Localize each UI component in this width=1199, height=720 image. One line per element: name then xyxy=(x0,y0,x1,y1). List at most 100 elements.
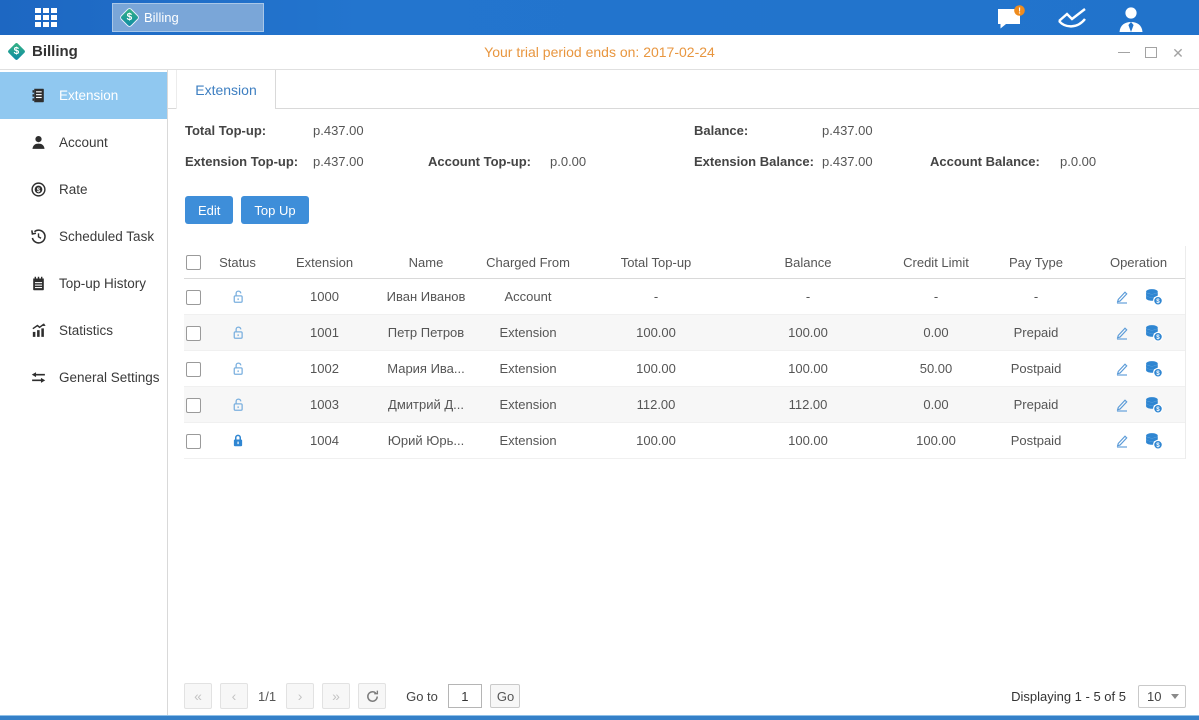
cell-extension: 1001 xyxy=(265,325,384,340)
topup-row-icon[interactable]: $ xyxy=(1144,287,1164,307)
pagination-bar: « ‹ 1/1 › » Go to Go Displaying 1 - 5 of… xyxy=(184,682,1186,710)
taskbar-tab-billing[interactable]: $ Billing xyxy=(112,3,264,32)
balance-value: p.437.00 xyxy=(822,123,873,138)
app-grid-icon[interactable] xyxy=(35,8,69,28)
sidebar-item-label: Account xyxy=(59,135,108,150)
row-checkbox[interactable] xyxy=(186,398,201,413)
cell-balance: 100.00 xyxy=(724,433,892,448)
row-checkbox[interactable] xyxy=(186,326,201,341)
page-indicator: 1/1 xyxy=(258,689,276,704)
summary-row-2: Extension Top-up: p.437.00 Account Top-u… xyxy=(168,152,1199,172)
cell-total-topup: 100.00 xyxy=(588,361,724,376)
extension-topup-value: p.437.00 xyxy=(313,154,364,169)
table-row: 1000 Иван Иванов Account - - - - $ xyxy=(184,279,1185,315)
cell-charged-from: Extension xyxy=(468,433,588,448)
row-checkbox[interactable] xyxy=(186,362,201,377)
row-checkbox[interactable] xyxy=(186,290,201,305)
cell-charged-from: Extension xyxy=(468,361,588,376)
cell-extension: 1002 xyxy=(265,361,384,376)
maximize-icon[interactable] xyxy=(1144,46,1158,60)
table-row: 1003 Дмитрий Д... Extension 112.00 112.0… xyxy=(184,387,1185,423)
sidebar-item-rate[interactable]: $ Rate xyxy=(0,166,167,213)
sidebar-item-account[interactable]: Account xyxy=(0,119,167,166)
close-icon[interactable]: ✕ xyxy=(1171,46,1185,60)
user-account-icon[interactable] xyxy=(1115,5,1149,31)
sidebar-item-topup-history[interactable]: Top-up History xyxy=(0,260,167,307)
svg-text:$: $ xyxy=(1156,442,1160,449)
refresh-button[interactable] xyxy=(358,683,386,709)
sidebar-item-label: Statistics xyxy=(59,323,113,338)
cell-pay-type: Postpaid xyxy=(980,433,1092,448)
select-all-checkbox[interactable] xyxy=(186,255,201,270)
desktop-topbar: $ Billing ! xyxy=(0,0,1199,35)
cell-name: Юрий Юрь... xyxy=(384,433,468,448)
cell-name: Мария Ива... xyxy=(384,361,468,376)
tab-extension[interactable]: Extension xyxy=(176,70,276,109)
extension-table: Status Extension Name Charged From Total… xyxy=(184,246,1186,459)
page-size-select[interactable]: 10 xyxy=(1138,685,1186,708)
next-page-button[interactable]: › xyxy=(286,683,314,709)
extension-balance-value: p.437.00 xyxy=(822,154,873,169)
coin-icon: $ xyxy=(30,181,47,198)
prev-page-button[interactable]: ‹ xyxy=(220,683,248,709)
svg-text:$: $ xyxy=(1156,298,1160,305)
header-status: Status xyxy=(210,255,265,270)
topup-button[interactable]: Top Up xyxy=(241,196,308,224)
cell-credit-limit: 0.00 xyxy=(892,397,980,412)
sidebar-item-label: Top-up History xyxy=(59,276,146,291)
sliders-icon xyxy=(30,369,47,386)
tab-strip: Extension xyxy=(168,70,1199,109)
billing-app-screen: $ Billing ! $ Billing Yo xyxy=(0,0,1199,720)
sidebar-item-general-settings[interactable]: General Settings xyxy=(0,354,167,401)
stats-chart-icon xyxy=(30,322,47,339)
edit-row-icon[interactable] xyxy=(1114,289,1130,305)
sidebar-item-statistics[interactable]: Statistics xyxy=(0,307,167,354)
ledger-icon xyxy=(30,87,47,104)
cell-pay-type: Prepaid xyxy=(980,325,1092,340)
topup-row-icon[interactable]: $ xyxy=(1144,323,1164,343)
sidebar: Extension Account $ Rate xyxy=(0,70,168,716)
edit-row-icon[interactable] xyxy=(1114,325,1130,341)
cell-balance: 100.00 xyxy=(724,361,892,376)
edit-row-icon[interactable] xyxy=(1114,433,1130,449)
topup-row-icon[interactable]: $ xyxy=(1144,359,1164,379)
go-button[interactable]: Go xyxy=(490,684,520,708)
goto-label: Go to xyxy=(406,689,438,704)
cell-charged-from: Account xyxy=(468,289,588,304)
trial-notice: Your trial period ends on: 2017-02-24 xyxy=(0,44,1199,60)
chevron-down-icon xyxy=(1171,694,1179,699)
taskbar-tab-label: Billing xyxy=(144,10,179,25)
edit-row-icon[interactable] xyxy=(1114,361,1130,377)
history-clock-icon xyxy=(30,228,47,245)
sidebar-item-extension[interactable]: Extension xyxy=(0,72,167,119)
cell-credit-limit: 50.00 xyxy=(892,361,980,376)
last-page-button[interactable]: » xyxy=(322,683,350,709)
billing-dollar-diamond-icon: $ xyxy=(120,8,138,26)
lock-status-icon xyxy=(229,360,247,375)
account-balance-label: Account Balance: xyxy=(930,154,1040,169)
topup-row-icon[interactable]: $ xyxy=(1144,431,1164,451)
cell-total-topup: 100.00 xyxy=(588,433,724,448)
svg-text:$: $ xyxy=(37,187,41,194)
window-titlebar: $ Billing Your trial period ends on: 201… xyxy=(0,35,1199,70)
first-page-button[interactable]: « xyxy=(184,683,212,709)
edit-row-icon[interactable] xyxy=(1114,397,1130,413)
minimize-icon[interactable] xyxy=(1117,46,1131,60)
cell-charged-from: Extension xyxy=(468,325,588,340)
account-topup-label: Account Top-up: xyxy=(428,154,531,169)
window-controls: ✕ xyxy=(1117,35,1185,70)
edit-button[interactable]: Edit xyxy=(185,196,233,224)
cell-pay-type: Prepaid xyxy=(980,397,1092,412)
cell-charged-from: Extension xyxy=(468,397,588,412)
sidebar-item-label: Extension xyxy=(59,88,118,103)
cell-pay-type: Postpaid xyxy=(980,361,1092,376)
cell-extension: 1000 xyxy=(265,289,384,304)
page-size-value: 10 xyxy=(1147,689,1171,704)
row-checkbox[interactable] xyxy=(186,434,201,449)
goto-page-input[interactable] xyxy=(448,684,482,708)
desktop-bottom-strip xyxy=(0,715,1199,720)
statistics-monitor-icon[interactable] xyxy=(1055,5,1089,31)
sidebar-item-scheduled-task[interactable]: Scheduled Task xyxy=(0,213,167,260)
topup-row-icon[interactable]: $ xyxy=(1144,395,1164,415)
notifications-icon[interactable]: ! xyxy=(994,5,1028,31)
